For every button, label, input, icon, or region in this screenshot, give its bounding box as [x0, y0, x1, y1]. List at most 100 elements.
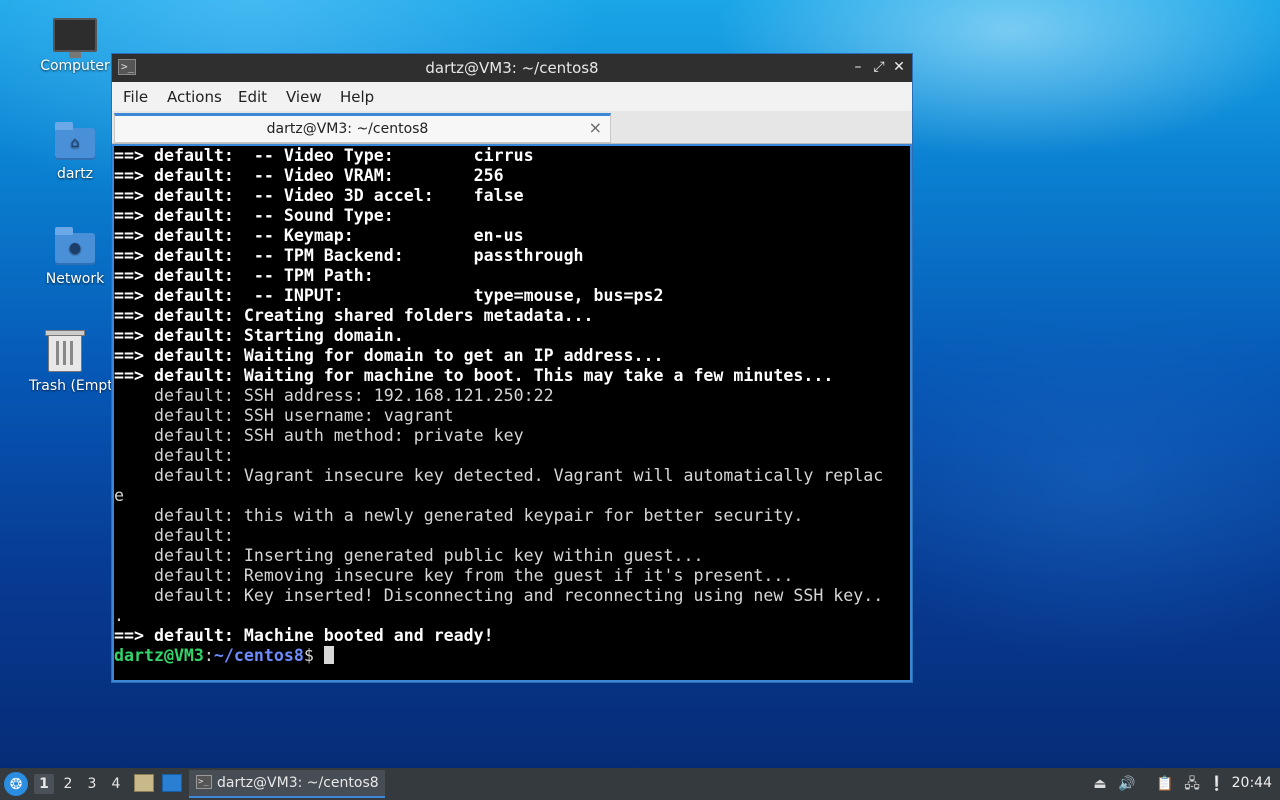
- terminal-line-prefix: ==>: [114, 366, 154, 385]
- terminal-line-text: default: Creating shared folders metadat…: [153, 306, 594, 325]
- show-desktop-icon[interactable]: [162, 774, 182, 792]
- terminal-line-text: default: -- Sound Type:: [153, 206, 394, 225]
- terminal-line: ==> default: Waiting for domain to get a…: [114, 346, 910, 366]
- terminal-line: ==> default: -- Keymap: en-us: [114, 226, 910, 246]
- terminal-line-text: default: -- Video VRAM: 256: [153, 166, 504, 185]
- menu-edit[interactable]: Edit: [238, 88, 267, 106]
- terminal-line-text: default: Key inserted! Disconnecting and…: [153, 586, 884, 605]
- terminal-line-text: default: -- Video Type: cirrus: [153, 146, 534, 165]
- terminal-line-text: default: Starting domain.: [153, 326, 404, 345]
- terminal-line: ==> default: Creating shared folders met…: [114, 306, 910, 326]
- task-label: dartz@VM3: ~/centos8: [217, 775, 379, 791]
- terminal-output[interactable]: ==> default: -- Video Type: cirrus ==> de…: [114, 146, 910, 680]
- volume-icon[interactable]: 🔊: [1117, 774, 1137, 794]
- terminal-line-prefix: ==>: [114, 206, 154, 225]
- terminal-line-prefix: ==>: [114, 326, 154, 345]
- terminal-line-text: default: Machine booted and ready!: [153, 626, 494, 645]
- menu-view[interactable]: View: [286, 88, 322, 106]
- terminal-line-prefix: ==>: [114, 266, 154, 285]
- terminal-line: ==> default: -- Video VRAM: 256: [114, 166, 910, 186]
- terminal-line: e: [114, 486, 910, 506]
- terminal-line: default: Inserting generated public key …: [114, 546, 910, 566]
- terminal-line-text: default: -- TPM Backend: passthrough: [153, 246, 584, 265]
- terminal-line-text: default: SSH address: 192.168.121.250:22: [153, 386, 554, 405]
- terminal-line-prefix: ==>: [114, 226, 154, 245]
- terminal-line-text: default: -- Video 3D accel: false: [153, 186, 524, 205]
- terminal-line-prefix: [114, 506, 154, 525]
- network-status-icon[interactable]: 🖧: [1182, 774, 1202, 794]
- terminal-line-text: default: -- TPM Path:: [153, 266, 374, 285]
- terminal-line-prefix: [114, 446, 154, 465]
- terminal-task-icon: >_: [196, 775, 212, 789]
- network-folder-icon: ●: [55, 227, 95, 265]
- terminal-line: default: Vagrant insecure key detected. …: [114, 466, 910, 486]
- trash-icon: [45, 330, 85, 372]
- terminal-line-prefix: ==>: [114, 346, 154, 365]
- desktop-icon-label: Trash (Empt: [29, 378, 111, 394]
- prompt-path: ~/centos8: [213, 646, 304, 665]
- menu-actions[interactable]: Actions: [167, 88, 222, 106]
- maximize-button[interactable]: ⤢: [870, 58, 888, 76]
- taskbar-terminal-button[interactable]: >_ dartz@VM3: ~/centos8: [189, 770, 385, 798]
- update-notifier-icon[interactable]: ❕: [1207, 774, 1227, 794]
- terminal-line: .: [114, 606, 910, 626]
- terminal-line-prefix: ==>: [114, 306, 154, 325]
- clipboard-icon[interactable]: 📋: [1155, 774, 1175, 794]
- terminal-line: default: SSH username: vagrant: [114, 406, 910, 426]
- terminal-line: ==> default: Starting domain.: [114, 326, 910, 346]
- menu-help[interactable]: Help: [340, 88, 374, 106]
- tab-bar: dartz@VM3: ~/centos8 ×: [112, 111, 912, 144]
- terminal-line: default: SSH auth method: private key: [114, 426, 910, 446]
- terminal-line-text: e: [114, 486, 124, 505]
- terminal-line: ==> default: -- Sound Type:: [114, 206, 910, 226]
- terminal-line-text: default: Vagrant insecure key detected. …: [153, 466, 884, 485]
- start-menu-button[interactable]: ❂: [4, 772, 28, 796]
- desktop-icon-home[interactable]: ⌂ dartz: [25, 122, 125, 182]
- terminal-line-text: default: Waiting for domain to get an IP…: [153, 346, 664, 365]
- terminal-line: default:: [114, 526, 910, 546]
- eject-icon[interactable]: ⏏: [1090, 774, 1110, 794]
- terminal-line: default: Key inserted! Disconnecting and…: [114, 586, 910, 606]
- terminal-line-text: default: SSH auth method: private key: [153, 426, 524, 445]
- minimize-button[interactable]: –: [849, 58, 867, 76]
- tab-terminal[interactable]: dartz@VM3: ~/centos8 ×: [114, 113, 611, 143]
- clock[interactable]: 20:44: [1232, 775, 1272, 791]
- terminal-line: ==> default: Waiting for machine to boot…: [114, 366, 910, 386]
- terminal-line-prefix: [114, 586, 154, 605]
- desktop-icon-computer[interactable]: Computer: [25, 18, 125, 74]
- terminal-line-text: .: [114, 606, 124, 625]
- window-titlebar[interactable]: >_ dartz@VM3: ~/centos8 – ⤢ ✕: [112, 54, 912, 82]
- terminal-line-text: default: Removing insecure key from the …: [153, 566, 794, 585]
- file-manager-icon[interactable]: [134, 774, 154, 792]
- prompt-user-host: dartz@VM3: [114, 646, 204, 665]
- terminal-line: default: Removing insecure key from the …: [114, 566, 910, 586]
- workspace-2[interactable]: 2: [58, 774, 78, 794]
- tab-close-icon[interactable]: ×: [589, 118, 602, 137]
- workspace-4[interactable]: 4: [106, 774, 126, 794]
- window-title: dartz@VM3: ~/centos8: [425, 59, 599, 77]
- shell-prompt[interactable]: dartz@VM3:~/centos8$: [114, 646, 910, 666]
- terminal-line-prefix: [114, 406, 154, 425]
- desktop-icon-label: Computer: [40, 58, 110, 74]
- text-cursor: [323, 646, 334, 664]
- desktop-icon-network[interactable]: ● Network: [25, 227, 125, 287]
- workspace-1[interactable]: 1: [34, 774, 54, 794]
- menu-file[interactable]: File: [123, 88, 148, 106]
- close-button[interactable]: ✕: [890, 58, 908, 76]
- terminal-line-text: default:: [153, 446, 234, 465]
- terminal-line-text: default: this with a newly generated key…: [153, 506, 804, 525]
- terminal-line: ==> default: -- INPUT: type=mouse, bus=p…: [114, 286, 910, 306]
- menu-bar: File Actions Edit View Help: [112, 82, 912, 111]
- terminal-line: ==> default: -- Video Type: cirrus: [114, 146, 910, 166]
- tab-label: dartz@VM3: ~/centos8: [266, 121, 429, 137]
- terminal-line-text: default: -- Keymap: en-us: [153, 226, 524, 245]
- terminal-window: >_ dartz@VM3: ~/centos8 – ⤢ ✕ File Actio…: [111, 53, 913, 683]
- prompt-separator: :: [203, 646, 214, 665]
- workspace-3[interactable]: 3: [82, 774, 102, 794]
- terminal-line-prefix: ==>: [114, 146, 154, 165]
- terminal-line-text: default: Inserting generated public key …: [153, 546, 704, 565]
- desktop-icon-trash[interactable]: Trash (Empt: [19, 330, 111, 394]
- terminal-line: ==> default: -- TPM Path:: [114, 266, 910, 286]
- terminal-line-prefix: ==>: [114, 246, 154, 265]
- terminal-line: ==> default: -- TPM Backend: passthrough: [114, 246, 910, 266]
